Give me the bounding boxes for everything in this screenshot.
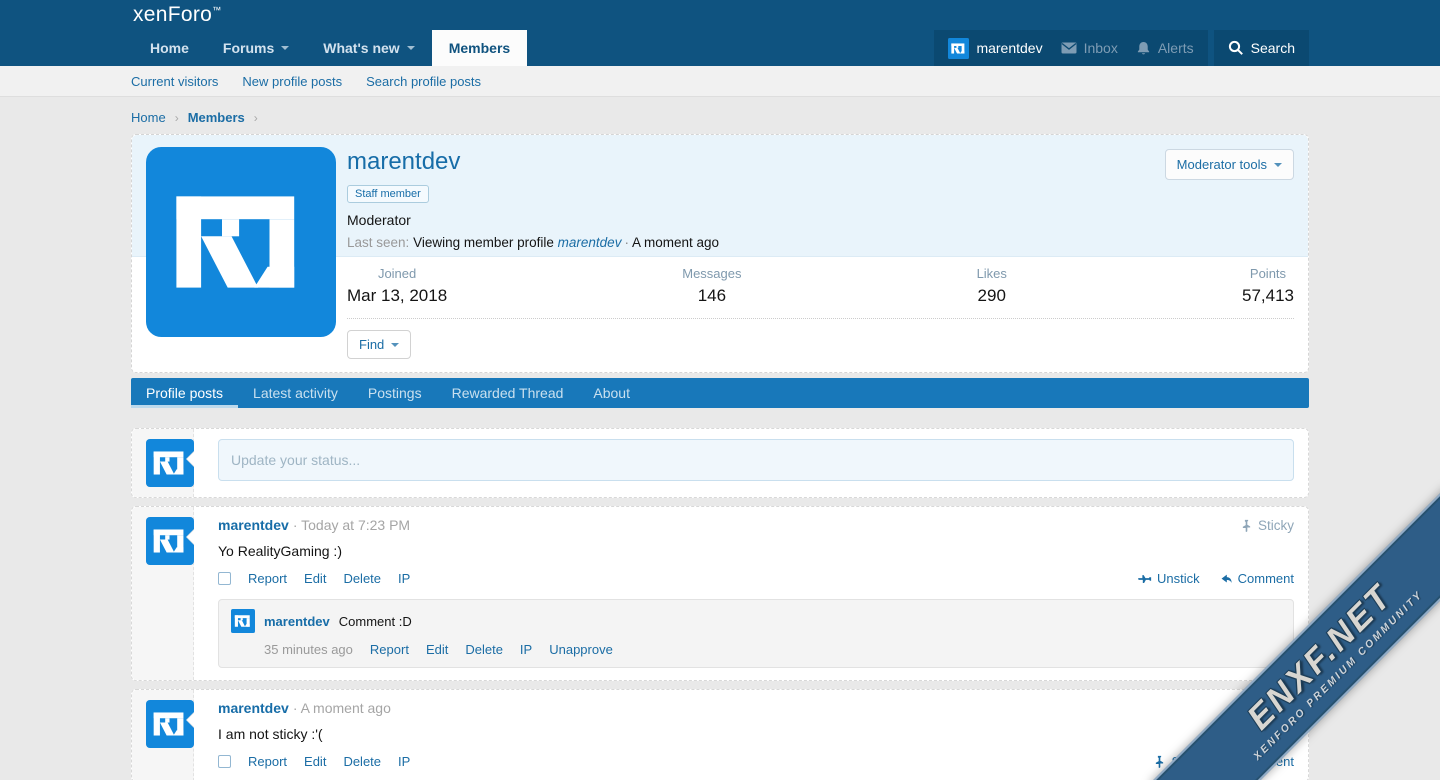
pin-icon — [1153, 755, 1166, 768]
nav-tab-home[interactable]: Home — [133, 30, 206, 66]
inbox-button[interactable]: Inbox — [1061, 40, 1118, 56]
moderator-tools-button[interactable]: Moderator tools — [1165, 149, 1294, 180]
bell-icon — [1136, 41, 1151, 56]
breadcrumb: Home › Members › — [131, 110, 1309, 125]
comment-ip-link[interactable]: IP — [520, 642, 532, 657]
rg-avatar-logo — [948, 38, 969, 59]
profile-username: marentdev — [347, 148, 1294, 176]
post-content: I am not sticky :'( — [218, 725, 1294, 743]
stat-joined: Joined Mar 13, 2018 — [347, 266, 447, 306]
post-timestamp[interactable]: A moment ago — [293, 700, 391, 716]
reply-arrow-icon — [1218, 572, 1233, 586]
unstick-button[interactable]: Unstick — [1138, 571, 1200, 586]
post-action-row: Report Edit Delete IP Unstick Comment — [218, 571, 1294, 586]
post-select-checkbox[interactable] — [218, 572, 231, 585]
rg-avatar-logo — [146, 147, 336, 337]
breadcrumb-separator: › — [254, 111, 258, 125]
post-author-link[interactable]: marentdev — [218, 517, 289, 533]
delete-link[interactable]: Delete — [343, 571, 381, 586]
site-logo[interactable]: xenForo™ — [133, 3, 221, 27]
stat-likes: Likes 290 — [977, 266, 1007, 306]
status-composer-card — [131, 428, 1309, 498]
unstick-pin-icon — [1138, 572, 1152, 586]
post-timestamp[interactable]: Today at 7:23 PM — [293, 517, 410, 533]
delete-link[interactable]: Delete — [343, 754, 381, 769]
comment-delete-link[interactable]: Delete — [465, 642, 503, 657]
chevron-down-icon — [391, 343, 399, 347]
profile-tab-bar: Profile posts Latest activity Postings R… — [131, 378, 1309, 408]
stat-points: Points 57,413 — [1242, 266, 1294, 306]
post-author-link[interactable]: marentdev — [218, 700, 289, 716]
tab-rewarded-thread[interactable]: Rewarded Thread — [437, 378, 579, 408]
post-avatar-column — [132, 690, 194, 780]
user-avatar — [948, 38, 969, 59]
pin-icon — [1240, 519, 1253, 532]
comment-author-avatar[interactable] — [231, 609, 255, 633]
subnav-search-profile-posts[interactable]: Search profile posts — [366, 74, 481, 89]
edit-link[interactable]: Edit — [304, 571, 326, 586]
chevron-down-icon — [407, 46, 415, 50]
tab-about[interactable]: About — [578, 378, 645, 408]
ip-link[interactable]: IP — [398, 754, 410, 769]
chevron-down-icon — [281, 46, 289, 50]
comment-unapprove-link[interactable]: Unapprove — [549, 642, 613, 657]
breadcrumb-members[interactable]: Members — [188, 110, 245, 125]
post-action-row: Report Edit Delete IP Stick Comment — [218, 754, 1294, 769]
nav-tab-forums[interactable]: Forums — [206, 30, 306, 66]
comment-button[interactable]: Comment — [1218, 571, 1294, 586]
edit-link[interactable]: Edit — [304, 754, 326, 769]
sticky-badge: Sticky — [1240, 518, 1294, 533]
profile-post: marentdev Today at 7:23 PM Sticky Yo Rea… — [131, 506, 1309, 681]
tab-postings[interactable]: Postings — [353, 378, 437, 408]
last-seen: Last seen: Viewing member profile marent… — [347, 235, 1294, 250]
account-menu[interactable]: marentdev — [948, 38, 1042, 59]
account-username: marentdev — [976, 40, 1042, 56]
main-nav: Home Forums What's new Members marentdev — [131, 30, 1309, 66]
account-panel: marentdev Inbox Alerts — [934, 30, 1207, 66]
sub-navigation: Current visitors New profile posts Searc… — [0, 66, 1440, 97]
tab-latest-activity[interactable]: Latest activity — [238, 378, 353, 408]
envelope-icon — [1061, 42, 1077, 54]
subnav-current-visitors[interactable]: Current visitors — [131, 74, 218, 89]
comment-content: Comment :D — [339, 614, 412, 629]
nav-tab-members[interactable]: Members — [432, 30, 527, 66]
ip-link[interactable]: IP — [398, 571, 410, 586]
post-content: Yo RealityGaming :) — [218, 542, 1294, 560]
report-link[interactable]: Report — [248, 754, 287, 769]
breadcrumb-separator: › — [175, 111, 179, 125]
comment-author-link[interactable]: marentdev — [264, 614, 330, 629]
composer-avatar-column — [132, 429, 194, 497]
comment-report-link[interactable]: Report — [370, 642, 409, 657]
stat-messages: Messages 146 — [682, 266, 741, 306]
search-button[interactable]: Search — [1228, 40, 1295, 56]
rg-avatar-logo — [231, 609, 255, 633]
status-update-input[interactable] — [218, 439, 1294, 481]
post-avatar-column — [132, 507, 194, 680]
comment-edit-link[interactable]: Edit — [426, 642, 448, 657]
alerts-button[interactable]: Alerts — [1136, 40, 1194, 56]
profile-post: marentdev A moment ago I am not sticky :… — [131, 689, 1309, 780]
profile-avatar[interactable] — [146, 147, 336, 337]
profile-card: marentdev Staff member Moderator Last se… — [131, 134, 1309, 373]
chevron-down-icon — [1274, 163, 1282, 167]
search-panel: Search — [1214, 30, 1309, 66]
subnav-new-profile-posts[interactable]: New profile posts — [242, 74, 342, 89]
find-button[interactable]: Find — [347, 330, 411, 359]
site-header: xenForo™ Home Forums What's new Members … — [0, 0, 1440, 66]
comment-timestamp[interactable]: 35 minutes ago — [264, 642, 353, 657]
search-icon — [1228, 40, 1244, 56]
report-link[interactable]: Report — [248, 571, 287, 586]
post-comment: marentdev Comment :D 35 minutes ago Repo… — [218, 599, 1294, 668]
breadcrumb-home[interactable]: Home — [131, 110, 166, 125]
staff-member-badge: Staff member — [347, 185, 429, 203]
profile-role: Moderator — [347, 212, 1294, 228]
post-select-checkbox[interactable] — [218, 755, 231, 768]
nav-tab-whats-new[interactable]: What's new — [306, 30, 431, 66]
tab-profile-posts[interactable]: Profile posts — [131, 378, 238, 408]
last-seen-profile-link[interactable]: marentdev — [558, 235, 622, 250]
